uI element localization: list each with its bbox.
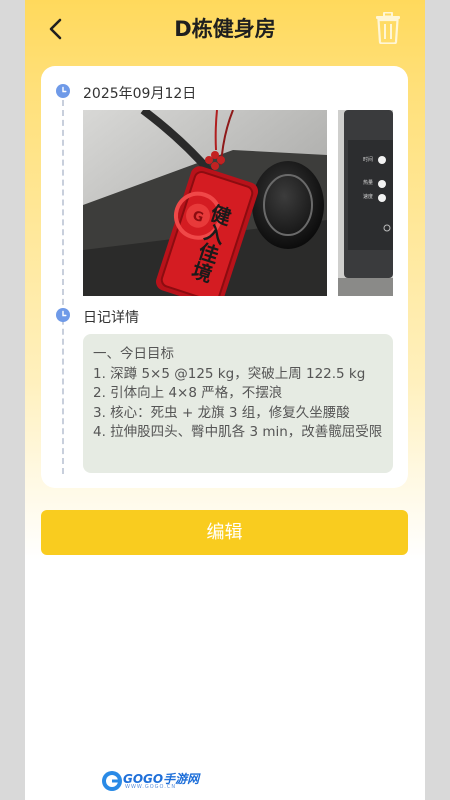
notes-line: 4. 拉伸股四头、臀中肌各 3 min，改善髋屈受限: [93, 424, 383, 440]
machine-panel-photo[interactable]: 时间 热量 速度: [338, 110, 393, 296]
app-screen: D栋健身房 2025年09月12日 G 健入佳境 时间 热量 速度 日记详情 一…: [25, 0, 425, 800]
notes-line: 3. 核心：死虫 + 龙旗 3 组，修复久坐腰酸: [93, 404, 350, 421]
notes-line: 2. 引体向上 4×8 严格，不摆浪: [93, 385, 283, 401]
trash-icon[interactable]: [375, 12, 401, 44]
details-title: 日记详情: [83, 310, 139, 326]
diary-notes: 一、今日目标 1. 深蹲 5×5 @125 kg，突破上周 122.5 kg 2…: [83, 334, 393, 473]
panel-label-time: 时间: [363, 156, 373, 163]
notes-line: 一、今日目标: [93, 346, 174, 362]
panel-label-calorie: 热量: [363, 179, 373, 186]
gogo-logo-icon: [102, 771, 122, 791]
diary-entry-card: 2025年09月12日 G 健入佳境 时间 热量 速度 日记详情 一、今日目标 …: [41, 66, 408, 488]
watermark-subtext: WWW.GOGO.CN: [125, 784, 177, 790]
red-charm-photo[interactable]: G 健入佳境: [83, 110, 327, 296]
watermark-logo: GOGO手游网 WWW.GOGO.CN: [101, 768, 199, 794]
entry-date: 2025年09月12日: [83, 86, 197, 102]
notes-line: 1. 深蹲 5×5 @125 kg，突破上周 122.5 kg: [93, 365, 366, 382]
panel-label-speed: 速度: [363, 193, 373, 200]
clock-icon: [56, 308, 70, 322]
photo-strip[interactable]: G 健入佳境 时间 热量 速度: [83, 110, 393, 296]
clock-icon: [56, 84, 70, 98]
header: D栋健身房: [25, 0, 425, 56]
timeline-line: [62, 100, 64, 474]
edit-button[interactable]: 编辑: [41, 510, 408, 555]
page-title: D栋健身房: [174, 17, 276, 41]
